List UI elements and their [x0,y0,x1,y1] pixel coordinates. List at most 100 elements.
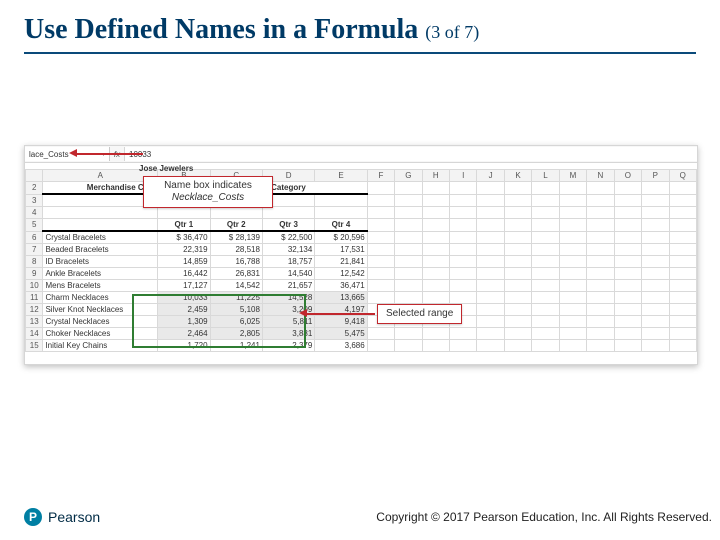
callout-namebox-line2: Necklace_Costs [152,192,264,204]
cell: 1,241 [210,340,262,352]
cell: Qtr 4 [315,219,367,232]
title-underline [24,52,696,54]
row-head: 14 [26,328,43,340]
cell: Crystal Bracelets [43,231,158,244]
table-row: 5 Qtr 1 Qtr 2 Qtr 3 Qtr 4 [26,219,697,232]
cell [43,219,158,232]
cell: 10,033 [158,292,210,304]
worksheet-title: Jose Jewelers [139,164,193,173]
cell: 3,881 [262,328,314,340]
cell: 13,665 [315,292,367,304]
row-head: 3 [26,194,43,207]
cell: Beaded Bracelets [43,244,158,256]
callout-namebox-line1: Name box indicates [152,180,264,192]
select-all-corner [26,170,43,182]
cell: 17,127 [158,280,210,292]
col-H: H [422,170,449,182]
col-E: E [315,170,367,182]
col-J: J [477,170,504,182]
table-row: 7Beaded Bracelets22,31928,51832,13417,53… [26,244,697,256]
row-head: 4 [26,207,43,219]
cell: 16,788 [210,256,262,268]
formula-bar: 10033 [124,147,697,161]
cell: 18,757 [262,256,314,268]
table-row: 13Crystal Necklaces1,3096,0255,8119,418 [26,316,697,328]
table-row: 15Initial Key Chains1,7201,2412,3793,686 [26,340,697,352]
cell: 1,309 [158,316,210,328]
cell: ID Bracelets [43,256,158,268]
cell: Mens Bracelets [43,280,158,292]
row-head: 7 [26,244,43,256]
cell: 14,859 [158,256,210,268]
arrow-to-namebox [77,153,143,155]
cell: $ 22,500 [262,231,314,244]
table-row: 8ID Bracelets14,85916,78818,75721,841 [26,256,697,268]
cell: $ 20,596 [315,231,367,244]
cell: 22,319 [158,244,210,256]
cell: 5,475 [315,328,367,340]
cell: Qtr 1 [158,219,210,232]
row-head: 10 [26,280,43,292]
pearson-brand-text: Pearson [48,509,100,525]
callout-selected-range-text: Selected range [386,308,453,319]
cell: 2,379 [262,340,314,352]
cell: Initial Key Chains [43,340,158,352]
slide-title: Use Defined Names in a Formula (3 of 7) [24,14,479,46]
table-row: 3 [26,194,697,207]
name-box-value: lace_Costs [29,150,69,159]
cell: 5,811 [262,316,314,328]
table-row: 11Charm Necklaces10,03311,22514,52813,66… [26,292,697,304]
row-head: 12 [26,304,43,316]
col-K: K [504,170,531,182]
row-head: 6 [26,231,43,244]
row-head: 13 [26,316,43,328]
col-Q: Q [669,170,697,182]
row-head: 5 [26,219,43,232]
cell: 12,542 [315,268,367,280]
table-row: 14Choker Necklaces2,4642,8053,8815,475 [26,328,697,340]
row-head: 15 [26,340,43,352]
col-O: O [614,170,641,182]
callout-namebox: Name box indicates Necklace_Costs [143,176,273,208]
cell: Ankle Bracelets [43,268,158,280]
cell: 36,471 [315,280,367,292]
cell: 2,464 [158,328,210,340]
footer: P Pearson Copyright © 2017 Pearson Educa… [24,508,712,526]
cell: 32,134 [262,244,314,256]
cell: 16,442 [158,268,210,280]
cell: Charm Necklaces [43,292,158,304]
row-head: 2 [26,182,43,195]
cell: Silver Knot Necklaces [43,304,158,316]
row-head: 11 [26,292,43,304]
excel-screenshot: lace_Costs ▾ fx 10033 Jose Jewelers A B [24,145,698,365]
table-row: 6Crystal Bracelets$ 36,470$ 28,139$ 22,5… [26,231,697,244]
cell: 21,657 [262,280,314,292]
cell: 1,720 [158,340,210,352]
slide-title-main: Use Defined Names in a Formula [24,14,418,45]
table-row: 10Mens Bracelets17,12714,54221,65736,471 [26,280,697,292]
copyright-text: Copyright © 2017 Pearson Education, Inc.… [376,510,712,524]
cell: 6,025 [210,316,262,328]
col-N: N [587,170,614,182]
table-row: 4 [26,207,697,219]
cell: 5,108 [210,304,262,316]
cell: Merchandise Cost [43,182,158,195]
table-row: 2 Merchandise Cost s Category [26,182,697,195]
row-head: 9 [26,268,43,280]
cell: Qtr 3 [262,219,314,232]
col-P: P [642,170,669,182]
table-row: 9Ankle Bracelets16,44226,83114,54012,542 [26,268,697,280]
cell: 3,686 [315,340,367,352]
pearson-p-icon: P [24,508,42,526]
cell: Choker Necklaces [43,328,158,340]
cell: 9,418 [315,316,367,328]
cell: Crystal Necklaces [43,316,158,328]
arrow-head-selection [299,309,307,317]
spreadsheet-grid: A B C D E F G H I J K L M N O P Q 2 Merc… [25,169,697,352]
cell: 17,531 [315,244,367,256]
cell: Qtr 2 [210,219,262,232]
column-header-row: A B C D E F G H I J K L M N O P Q [26,170,697,182]
col-L: L [532,170,559,182]
slide-title-pager: (3 of 7) [425,22,479,42]
cell: 21,841 [315,256,367,268]
